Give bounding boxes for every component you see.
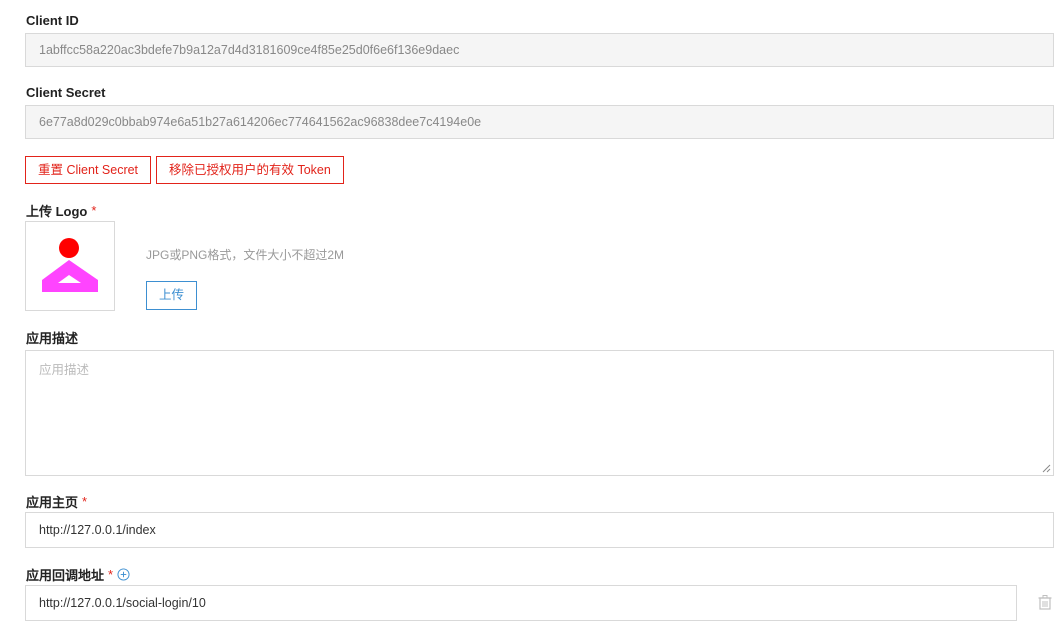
client-secret-field[interactable]: 6e77a8d029c0bbab974e6a51b27a614206ec7746… (25, 105, 1054, 139)
client-id-label: Client ID (26, 13, 79, 28)
trash-icon[interactable] (1037, 594, 1053, 610)
description-placeholder: 应用描述 (39, 363, 90, 377)
logo-hint: JPG或PNG格式，文件大小不超过2M (146, 248, 345, 262)
revoke-tokens-button[interactable]: 移除已授权用户的有效 Token (156, 156, 344, 184)
description-textarea[interactable]: 应用描述 (25, 350, 1054, 476)
required-mark: * (82, 494, 88, 509)
reset-client-secret-button[interactable]: 重置 Client Secret (25, 156, 152, 184)
resize-handle-icon[interactable] (1042, 464, 1051, 473)
logo-circle (59, 238, 79, 258)
description-label: 应用描述 (26, 331, 79, 346)
client-secret-label: Client Secret (26, 85, 106, 100)
plus-circle-icon[interactable] (117, 568, 130, 581)
logo-label: 上传 Logo * (26, 203, 97, 219)
required-mark: * (108, 567, 114, 582)
logo-preview[interactable] (25, 221, 115, 311)
homepage-label: 应用主页 * (26, 494, 88, 510)
required-mark: * (91, 203, 97, 218)
callback-url-input[interactable]: http://127.0.0.1/social-login/10 (25, 585, 1017, 621)
client-id-field[interactable]: 1abffcc58a220ac3bdefe7b9a12a7d4d3181609c… (25, 33, 1054, 67)
upload-button[interactable]: 上传 (146, 281, 197, 310)
homepage-input[interactable]: http://127.0.0.1/index (25, 512, 1054, 548)
callback-label: 应用回调地址 * (26, 565, 130, 584)
logo-image (42, 238, 98, 292)
